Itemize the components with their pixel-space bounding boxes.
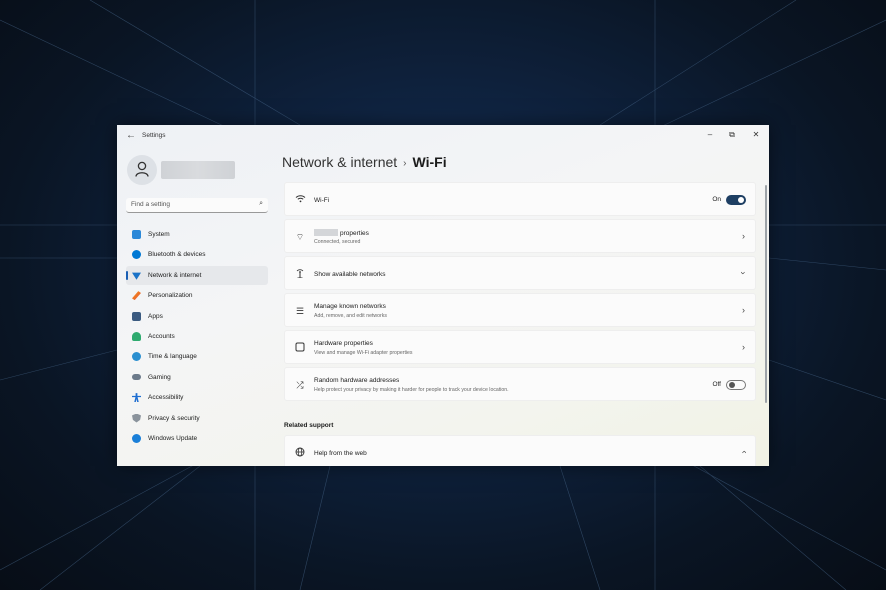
back-icon[interactable]: ← [125,130,137,142]
person-icon [135,161,149,182]
sidebar-item-gaming[interactable]: Gaming [126,368,268,387]
list-icon: ☰ [295,306,305,316]
restore-icon[interactable]: ⧉ [721,128,743,142]
sidebar-item-privacy-security[interactable]: Privacy & security [126,409,268,428]
wifi-icon [294,194,306,206]
random-hardware-addresses-label: Random hardware addresses [314,377,400,384]
help-from-web-label: Help from the web [314,450,367,457]
active-indicator [126,270,128,280]
chevron-right-icon: › [742,342,745,352]
update-icon [132,433,141,443]
sidebar-item-label: Bluetooth & devices [148,251,206,259]
wifi-state-label: On [712,196,721,203]
sidebar-nav: System Bluetooth & devices Network & int… [126,225,268,449]
bluetooth-icon [132,250,141,260]
sidebar-item-label: Apps [148,312,163,320]
hardware-properties-row[interactable]: Hardware properties View and manage Wi-F… [284,330,756,364]
scrollbar[interactable] [765,185,767,403]
hardware-properties-label: Hardware properties [314,340,373,347]
sidebar-item-label: System [148,231,170,238]
sidebar-item-network[interactable]: Network & internet [126,265,268,285]
breadcrumb-parent[interactable]: Network & internet [282,154,397,170]
chevron-right-icon: › [742,305,745,315]
apps-icon [132,311,141,321]
manage-known-networks-row[interactable]: ☰ Manage known networks Add, remove, and… [284,293,756,327]
search-placeholder: Find a setting [131,201,171,208]
sidebar-item-label: Personalization [148,292,193,300]
brush-icon [132,291,141,301]
search-icon: ⌕ [259,200,263,207]
avatar[interactable] [127,155,157,185]
chevron-right-icon: › [742,231,745,241]
related-support-heading: Related support [284,422,334,429]
sidebar-item-system[interactable]: System [126,225,268,244]
breadcrumb: Network & internet › Wi-Fi [282,154,447,170]
help-from-web-row[interactable]: Help from the web › [284,435,756,466]
window-title: Settings [142,132,166,139]
random-hardware-addresses-row[interactable]: ⤮ Random hardware addresses Help protect… [284,367,756,401]
sidebar-item-label: Windows Update [148,434,198,442]
hardware-properties-desc: View and manage Wi-Fi adapter properties [314,350,413,356]
gamepad-icon [132,373,141,380]
sidebar-item-label: Gaming [148,373,171,381]
show-available-networks-row[interactable]: Show available networks › [284,256,756,290]
sidebar-item-accessibility[interactable]: Accessibility [126,388,268,407]
network-properties-label: properties [314,229,369,237]
shuffle-icon: ⤮ [296,380,304,390]
search-input[interactable]: Find a setting ⌕ [126,198,268,213]
globe-clock-icon [132,352,141,362]
random-hardware-addresses-desc: Help protect your privacy by making it h… [314,387,509,393]
shield-icon [132,413,141,423]
monitor-icon [132,230,141,239]
antenna-icon [294,268,306,281]
settings-window: ← Settings – ⧉ ✕ Find a setting ⌕ System… [117,125,769,466]
sidebar-item-windows-update[interactable]: Windows Update [126,429,268,448]
network-name-redacted [314,229,338,236]
sidebar-item-label: Privacy & security [148,414,200,422]
sidebar-item-apps[interactable]: Apps [126,307,268,326]
wifi-shield-icon: ⌔ [295,232,305,242]
profile-name-redacted [161,161,235,179]
wifi-icon [132,272,141,280]
wifi-toggle[interactable] [726,195,746,205]
adapter-icon [294,342,306,355]
sidebar-item-bluetooth[interactable]: Bluetooth & devices [126,245,268,264]
random-addresses-toggle[interactable] [726,380,746,390]
sidebar-item-label: Time & language [148,353,197,361]
title-bar: ← Settings – ⧉ ✕ [117,125,769,147]
sidebar-item-accounts[interactable]: Accounts [126,327,268,346]
chevron-down-icon: › [738,271,749,275]
globe-icon [294,447,306,460]
network-properties-row[interactable]: ⌔ properties Connected, secured › [284,219,756,253]
accessibility-icon [132,393,141,403]
manage-known-networks-label: Manage known networks [314,303,386,310]
page-title: Wi-Fi [412,154,447,170]
wifi-label: Wi-Fi [314,197,330,204]
sidebar-item-label: Accounts [148,332,175,340]
sidebar-item-personalization[interactable]: Personalization [126,286,268,305]
wifi-toggle-row[interactable]: Wi-Fi On [284,182,756,216]
sidebar-item-time-language[interactable]: Time & language [126,347,268,366]
minimize-icon[interactable]: – [699,128,721,142]
network-status: Connected, secured [314,239,361,245]
show-available-networks-label: Show available networks [314,271,386,278]
close-icon[interactable]: ✕ [745,128,767,142]
sidebar-item-label: Network & internet [148,271,202,279]
sidebar-item-label: Accessibility [148,394,184,402]
person-icon [132,331,141,341]
chevron-up-icon: › [738,450,749,454]
manage-known-networks-desc: Add, remove, and edit networks [314,313,387,319]
chevron-right-icon: › [403,158,407,169]
random-addresses-state-label: Off [712,381,721,388]
